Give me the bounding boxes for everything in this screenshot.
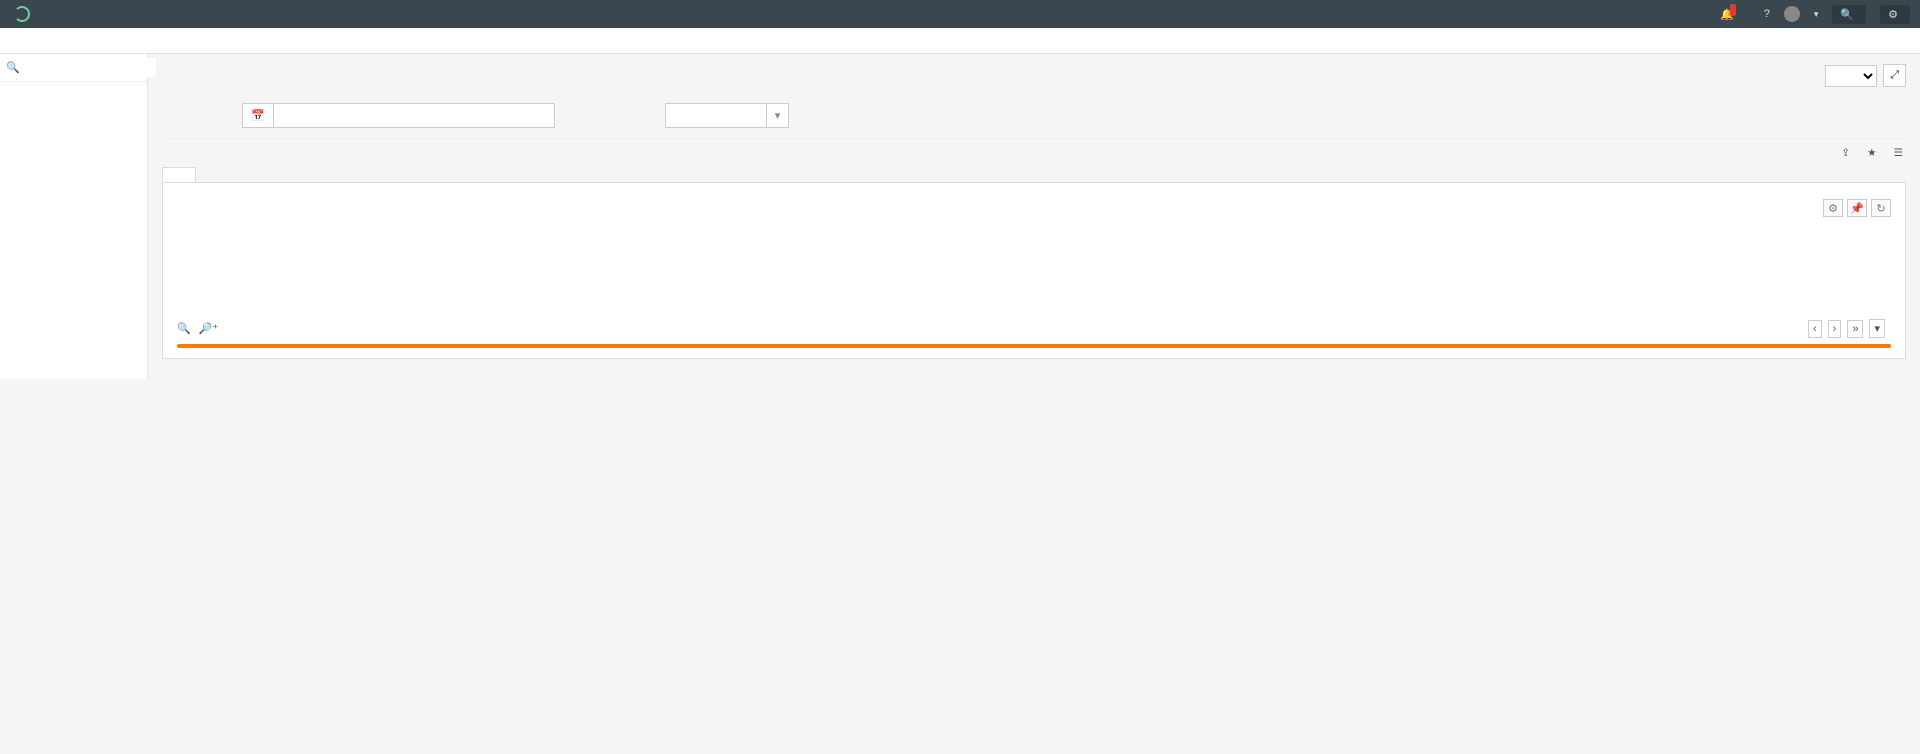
pager-next[interactable]: › — [1828, 320, 1842, 338]
main-content: ⤢ 📅 ▾ ⇪ ★ ☰ ⚙ — [148, 54, 1920, 379]
tab-folder-permission-changes[interactable] — [162, 167, 196, 182]
search-icon[interactable]: 🔍 — [177, 322, 191, 335]
user-avatar-icon[interactable] — [1784, 6, 1800, 22]
global-search[interactable]: 🔍 — [1832, 5, 1866, 24]
pager-prev[interactable]: ‹ — [1808, 320, 1822, 338]
export-as-button[interactable]: ⇪ — [1841, 147, 1853, 159]
sidebar: 🔍 — [0, 54, 148, 379]
hours-value — [666, 111, 766, 121]
calendar-icon: 📅 — [243, 104, 274, 127]
page-size-select[interactable]: ▾ — [1869, 319, 1885, 338]
brand-swirl-icon — [14, 6, 30, 22]
top-right: 🔔 ? ▾ 🔍 ⚙ — [1692, 5, 1910, 24]
more-button[interactable]: ☰ — [1894, 147, 1906, 159]
bell-icon[interactable]: 🔔 — [1720, 8, 1736, 21]
results-table-highlight — [177, 344, 1891, 348]
filter-row: 📅 ▾ — [162, 93, 1906, 139]
domain-settings-link[interactable]: ⚙ — [1880, 5, 1910, 24]
pager-last[interactable]: » — [1847, 320, 1863, 338]
chart-settings-icon[interactable]: ⚙ — [1823, 199, 1843, 217]
domain-select[interactable] — [1825, 65, 1877, 87]
bar-chart — [694, 199, 1374, 309]
chart-refresh-icon[interactable]: ↻ — [1871, 199, 1891, 217]
period-value — [274, 111, 554, 121]
filter-icon[interactable]: 🔎⁺ — [199, 322, 219, 335]
sub-bar — [0, 28, 1920, 54]
top-bar: 🔔 ? ▾ 🔍 ⚙ — [0, 0, 1920, 28]
user-caret-icon[interactable]: ▾ — [1814, 9, 1819, 20]
sidebar-search-input[interactable] — [20, 58, 156, 77]
domain-expand-button[interactable]: ⤢ — [1883, 64, 1906, 87]
add-to-button[interactable]: ★ — [1867, 147, 1879, 159]
chevron-down-icon: ▾ — [766, 104, 789, 127]
chart-panel: ⚙ 📌 ↻ 🔍 🔎⁺ ‹ › » ▾ — [162, 182, 1906, 359]
hours-picker[interactable]: ▾ — [665, 103, 790, 128]
period-picker[interactable]: 📅 — [242, 103, 555, 128]
search-icon: 🔍 — [6, 61, 20, 74]
chart-pin-icon[interactable]: 📌 — [1847, 199, 1867, 217]
help-icon[interactable]: ? — [1764, 8, 1770, 20]
brand-logo — [10, 6, 30, 22]
